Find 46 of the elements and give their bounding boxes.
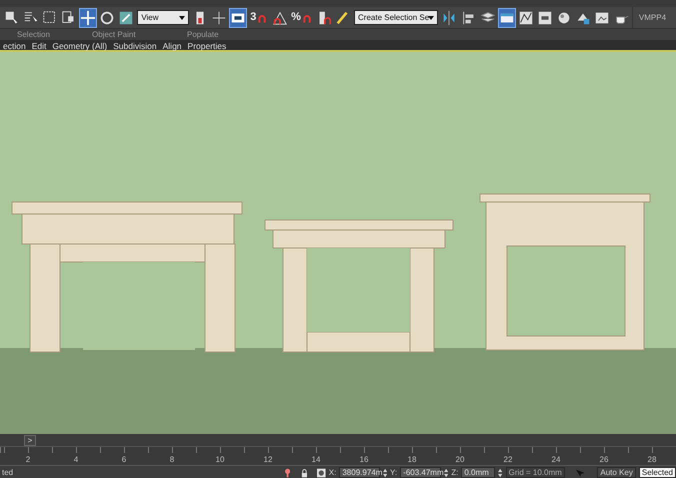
mirror-icon[interactable] xyxy=(441,8,458,26)
coordinate-field[interactable]: -603.47mm xyxy=(400,467,441,478)
timeline-tick-label: 18 xyxy=(406,454,418,465)
key-filter-field[interactable]: Selected xyxy=(638,467,676,478)
timeline-tick-label: 14 xyxy=(310,454,322,465)
timeline-tick-label: 28 xyxy=(646,454,658,465)
timeline-tick-label: 16 xyxy=(358,454,370,465)
timeline-tick-label: 20 xyxy=(454,454,466,465)
coordinate-field[interactable]: 0.0mm xyxy=(461,467,496,478)
coordinate-field[interactable]: 3809.974m xyxy=(339,467,380,478)
timeline-tick-label: 10 xyxy=(214,454,226,465)
spinner-icon[interactable] xyxy=(382,468,388,478)
timeline-tick-label: 12 xyxy=(262,454,274,465)
next-frame-button[interactable]: > xyxy=(24,434,36,446)
cursor-icon xyxy=(576,468,584,476)
spinner-icon[interactable] xyxy=(498,468,503,478)
ribbon-tab[interactable]: Align xyxy=(160,40,185,50)
timeline-tick-label: 24 xyxy=(550,454,562,465)
view-dropdown[interactable]: View xyxy=(137,10,190,25)
panel-label: Object Paint xyxy=(92,29,137,40)
timeline-tick-label: 2 xyxy=(24,454,32,465)
ribbon-tab[interactable]: Geometry (All) xyxy=(49,40,110,50)
ribbon-tab[interactable]: Subdivision xyxy=(110,40,160,50)
grid-readout: Grid = 10.0mm xyxy=(506,467,565,478)
caret-icon[interactable] xyxy=(179,16,186,20)
ribbon-tab[interactable]: ection xyxy=(0,40,29,50)
ribbon-tab[interactable]: Properties xyxy=(184,40,230,50)
caret-icon[interactable] xyxy=(428,16,434,20)
timeline-tick-label: 6 xyxy=(120,454,128,465)
prompt-text: ted xyxy=(1,467,14,478)
coordinate-label: X: xyxy=(328,467,336,478)
auto-key-button[interactable]: Auto Key xyxy=(597,467,636,478)
panel-label: Populate xyxy=(187,29,220,40)
timeline-tick-label: 22 xyxy=(502,454,514,465)
coordinate-label: Y: xyxy=(390,467,398,478)
lock-icon[interactable] xyxy=(301,468,308,478)
timeline-tick-label: 26 xyxy=(598,454,610,465)
ribbon-tab[interactable]: Edit xyxy=(28,40,50,50)
ribbon-window-icon[interactable] xyxy=(498,8,515,26)
timeline-tick-label: 8 xyxy=(168,454,176,465)
move-icon[interactable] xyxy=(80,8,96,26)
timeline-tick-label: 4 xyxy=(72,454,80,465)
spinner-icon[interactable] xyxy=(444,468,448,478)
coordinate-label: Z: xyxy=(451,467,458,478)
panel-label: Selection xyxy=(17,29,51,40)
selection-set-dropdown[interactable]: Create Selection Se xyxy=(354,10,438,25)
